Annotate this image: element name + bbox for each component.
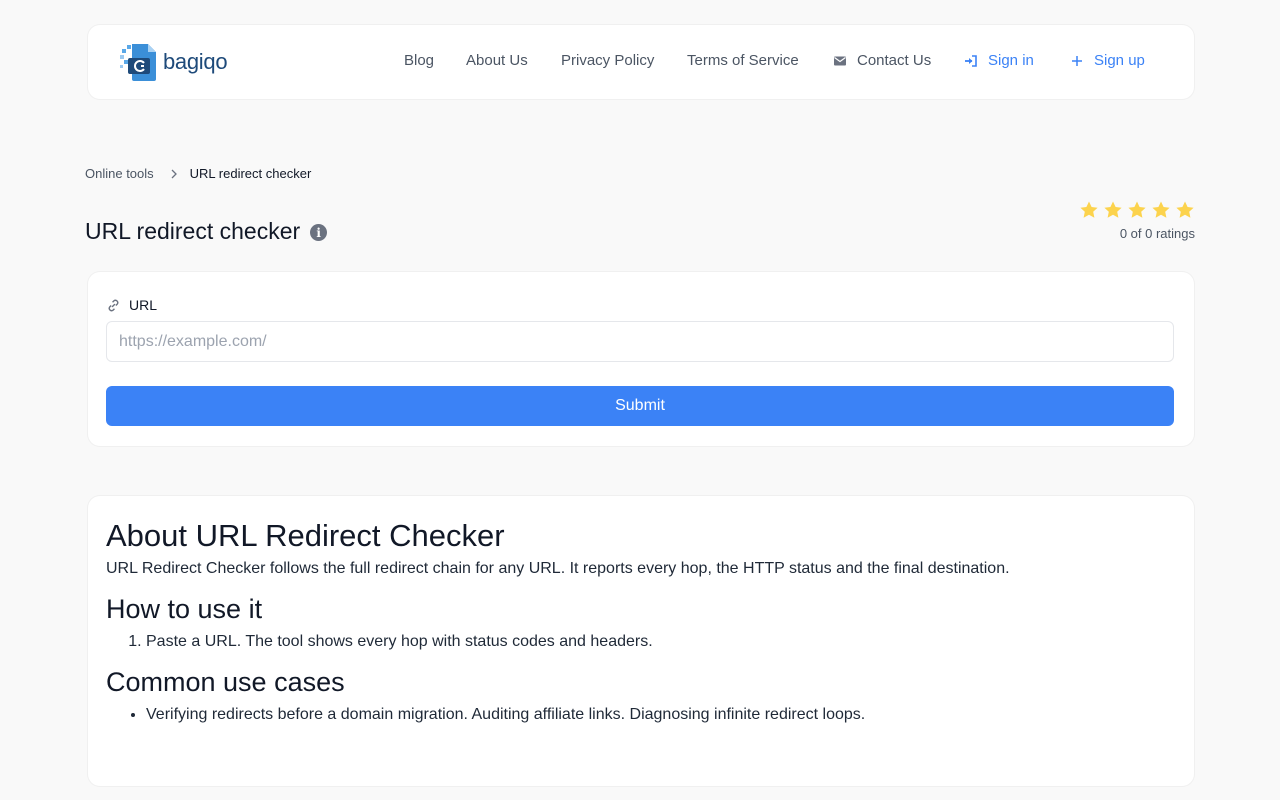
nav-blog-link[interactable]: Blog <box>404 52 434 69</box>
how-to-heading: How to use it <box>106 594 263 624</box>
about-content: About URL Redirect Checker URL Redirect … <box>106 518 1176 726</box>
top-navbar: bagiqo Blog About Us Privacy Policy Term… <box>88 25 1194 99</box>
how-to-list: Paste a URL. The tool shows every hop wi… <box>106 631 1176 653</box>
use-cases-heading: Common use cases <box>106 667 345 697</box>
star-icon-1[interactable] <box>1079 200 1099 220</box>
star-icon-5[interactable] <box>1175 200 1195 220</box>
sign-in-label: Sign in <box>988 52 1034 69</box>
sign-up-link[interactable]: Sign up <box>1070 52 1145 69</box>
star-icon-4[interactable] <box>1151 200 1171 220</box>
nav-contact-link[interactable]: Contact Us <box>833 52 931 69</box>
about-heading: About URL Redirect Checker <box>106 518 505 553</box>
page-title: URL redirect checker <box>85 218 301 244</box>
brand-name: bagiqo <box>163 49 228 74</box>
url-label-text: URL <box>129 297 158 313</box>
logo-icon <box>120 44 156 81</box>
envelope-icon <box>834 56 846 65</box>
sign-in-icon <box>965 54 977 67</box>
breadcrumb-current: URL redirect checker <box>189 166 312 181</box>
sign-up-label: Sign up <box>1094 52 1145 69</box>
link-icon <box>108 299 119 311</box>
rating-stars <box>1074 200 1195 220</box>
breadcrumb: Online tools URL redirect checker <box>85 166 311 181</box>
about-description: URL Redirect Checker follows the full re… <box>106 560 1010 577</box>
nav-about-link[interactable]: About Us <box>466 52 528 69</box>
chevron-right-icon <box>171 169 177 178</box>
url-input[interactable] <box>106 321 1174 362</box>
submit-button[interactable]: Submit <box>106 386 1174 426</box>
plus-icon <box>1072 55 1082 66</box>
nav-terms-link[interactable]: Terms of Service <box>687 52 799 69</box>
breadcrumb-online-tools-link[interactable]: Online tools <box>85 166 154 181</box>
sign-in-link[interactable]: Sign in <box>964 52 1034 69</box>
page-title-row: URL redirect checker i <box>85 218 328 245</box>
nav-contact-label: Contact Us <box>857 52 932 69</box>
nav-privacy-link[interactable]: Privacy Policy <box>561 52 654 69</box>
about-card: About URL Redirect Checker URL Redirect … <box>88 496 1194 786</box>
use-cases-list: Verifying redirects before a domain migr… <box>106 704 1176 726</box>
rating-widget: 0 of 0 ratings <box>1074 200 1195 241</box>
brand-logo[interactable]: bagiqo <box>118 41 228 83</box>
star-icon-3[interactable] <box>1127 200 1147 220</box>
use-case-item: Verifying redirects before a domain migr… <box>146 704 1176 726</box>
star-icon-2[interactable] <box>1103 200 1123 220</box>
how-to-step: Paste a URL. The tool shows every hop wi… <box>146 631 1176 653</box>
rating-count: 0 of 0 ratings <box>1119 226 1195 241</box>
url-form-card: URL Submit <box>88 272 1194 446</box>
info-icon[interactable]: i <box>310 224 328 241</box>
url-field-label: URL <box>106 297 157 313</box>
